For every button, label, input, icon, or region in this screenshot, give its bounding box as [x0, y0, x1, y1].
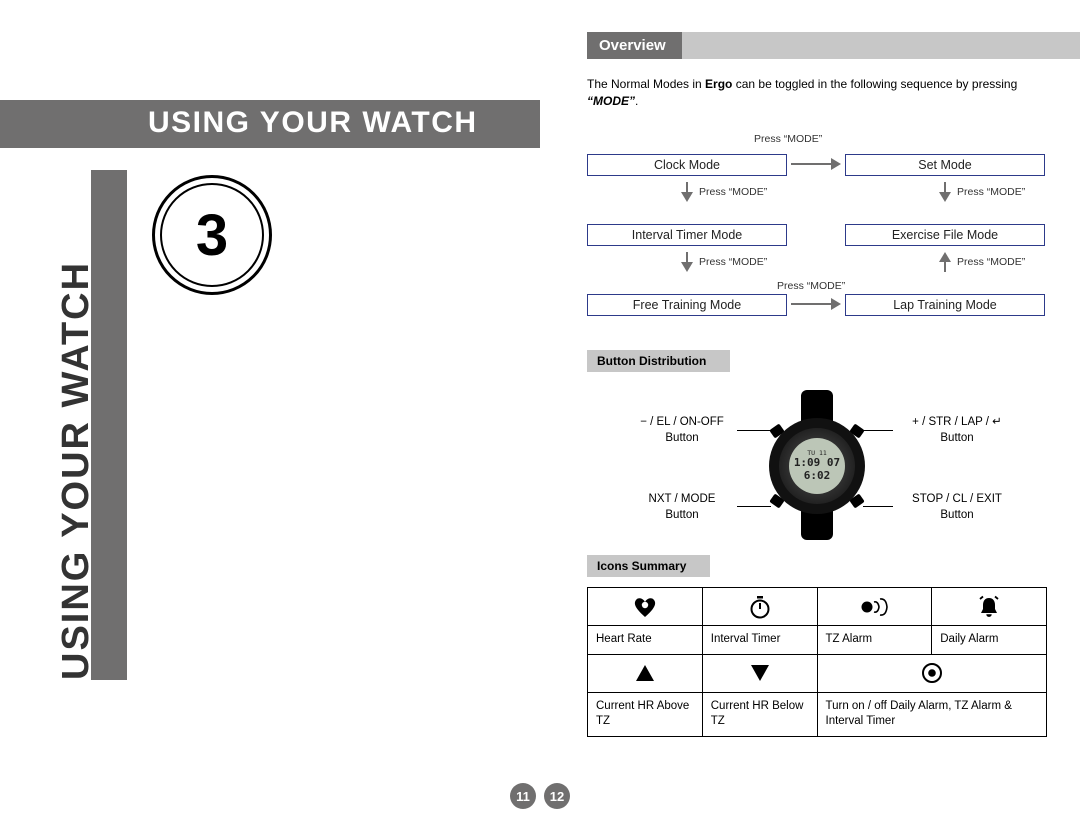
mode-interval: Interval Timer Mode: [587, 224, 787, 246]
overview-stripe: [670, 32, 1080, 59]
press-mode-label: Press “MODE”: [777, 280, 845, 292]
icon-label: Daily Alarm: [932, 626, 1047, 655]
chapter-number-badge: 3: [152, 175, 272, 295]
icon-label: Current HR Below TZ: [702, 692, 817, 736]
button-distribution-figure: − / EL / ON-OFFButton NXT / MODEButton +…: [587, 380, 1047, 545]
press-mode-label: Press “MODE”: [754, 133, 822, 145]
right-page: Overview The Normal Modes in Ergo can be…: [540, 0, 1080, 834]
icon-label: Interval Timer: [702, 626, 817, 655]
mode-exercise: Exercise File Mode: [845, 224, 1045, 246]
mode-clock: Clock Mode: [587, 154, 787, 176]
interval-timer-icon: [702, 588, 817, 626]
arrow-down-icon: [681, 252, 693, 272]
daily-alarm-icon: [932, 588, 1047, 626]
mode-laptrain: Lap Training Mode: [845, 294, 1045, 316]
icon-label: Current HR Above TZ: [588, 692, 703, 736]
press-mode-label: Press “MODE”: [957, 186, 1025, 198]
watch-illustration: TU 11 1:09 07 6:02: [765, 390, 869, 540]
button-label-br: STOP / CL / EXITButton: [887, 492, 1027, 523]
arrow-right-icon: [791, 298, 841, 310]
watch-screen: TU 11 1:09 07 6:02: [789, 438, 845, 494]
icons-summary-table: Heart Rate Interval Timer TZ Alarm Daily…: [587, 587, 1047, 737]
press-mode-label: Press “MODE”: [699, 256, 767, 268]
mode-sequence-diagram: Clock Mode Interval Timer Mode Free Trai…: [587, 130, 1047, 340]
icon-label: Turn on / off Daily Alarm, TZ Alarm & In…: [817, 692, 1047, 736]
record-dot-icon: [817, 654, 1047, 692]
chapter-title: USING YOUR WATCH: [148, 106, 478, 140]
arrow-down-icon: [681, 182, 693, 202]
left-page: USING YOUR WATCH USING YOUR WATCH 3 11: [0, 0, 540, 834]
intro-text: The Normal Modes in Ergo can be toggled …: [587, 76, 1045, 111]
page-number-right: 12: [544, 783, 570, 809]
mode-set: Set Mode: [845, 154, 1045, 176]
mode-freetrain: Free Training Mode: [587, 294, 787, 316]
press-mode-label: Press “MODE”: [957, 256, 1025, 268]
triangle-down-icon: [702, 654, 817, 692]
triangle-up-icon: [588, 654, 703, 692]
section-button-distribution: Button Distribution: [587, 350, 730, 372]
arrow-right-icon: [791, 158, 841, 170]
section-icons-summary: Icons Summary: [587, 555, 710, 577]
button-label-tl: − / EL / ON-OFFButton: [622, 415, 742, 446]
button-label-bl: NXT / MODEButton: [622, 492, 742, 523]
icon-label: TZ Alarm: [817, 626, 932, 655]
page-number-left: 11: [510, 783, 536, 809]
button-label-tr: + / STR / LAP / ↵Button: [887, 415, 1027, 446]
icon-label: Heart Rate: [588, 626, 703, 655]
press-mode-label: Press “MODE”: [699, 186, 767, 198]
chapter-number: 3: [160, 183, 264, 287]
tz-alarm-icon: [817, 588, 932, 626]
arrow-up-icon: [939, 252, 951, 272]
arrow-down-icon: [939, 182, 951, 202]
overview-tab: Overview: [587, 32, 682, 59]
vertical-chapter-title: USING YOUR WATCH: [55, 170, 98, 680]
heart-rate-icon: [588, 588, 703, 626]
